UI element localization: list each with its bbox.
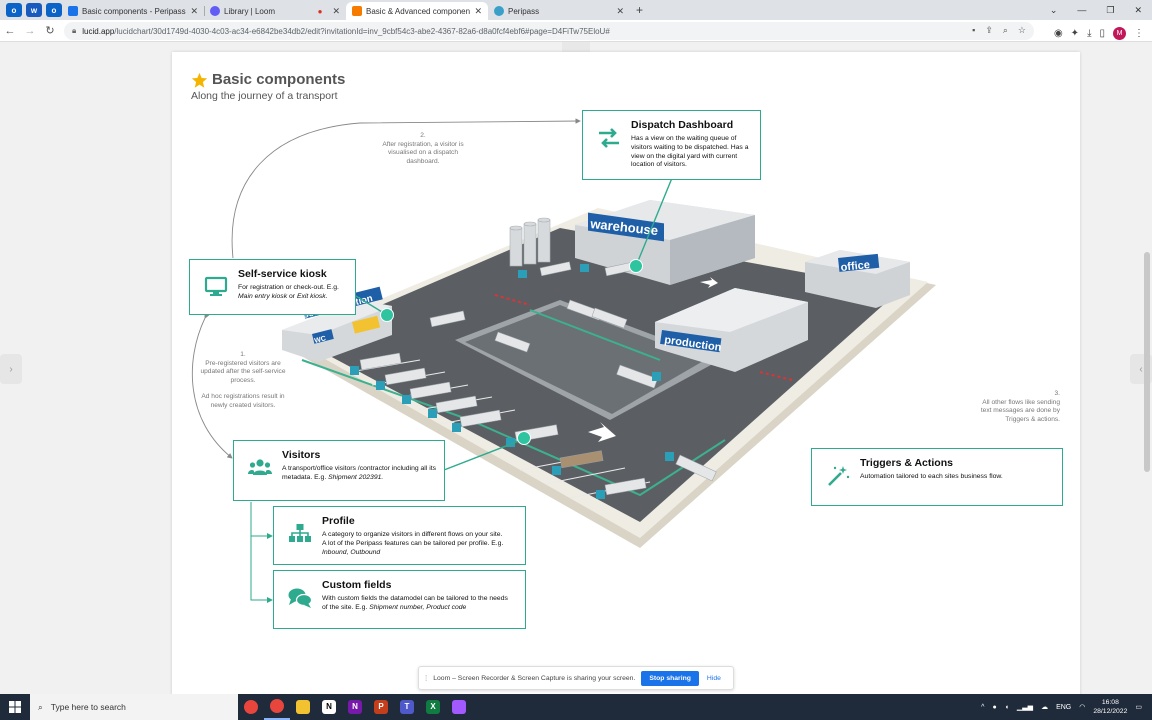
search-placeholder: Type here to search [50,702,126,712]
users-icon [248,459,272,475]
swap-arrows-icon [599,128,619,148]
taskbar-excel[interactable]: X [420,694,446,720]
loom-sharing-bar: ⁞ Loom – Screen Recorder & Screen Captur… [418,666,734,690]
location-marker-warehouse[interactable] [629,259,643,273]
chevron-up-icon[interactable]: ^ [981,704,984,711]
magic-wand-icon [828,466,850,486]
volume-icon[interactable]: ◖ [1005,704,1009,711]
note-text: Ad hoc registrations result in newly cre… [201,393,285,409]
box-description: A transport/office visitors /contractor … [282,465,437,481]
taskbar-notion[interactable]: N [316,694,342,720]
taskbar-onenote[interactable]: N [342,694,368,720]
connector-visitors-profile [250,502,273,539]
dispatch-dashboard-box[interactable]: Dispatch Dashboard Has a view on the wai… [582,110,761,180]
chat-bubbles-icon [288,588,312,608]
box-description: With custom fields the datamodel can be … [322,595,508,611]
note-number: 1. [240,351,246,358]
note-triggers-flow: 3. All other flows like sending text mes… [974,390,1060,424]
taskbar-figma[interactable] [446,694,472,720]
custom-fields-box[interactable]: Custom fields With custom fields the dat… [273,570,526,629]
note-dispatch-flow: 2. After registration, a visitor is visu… [376,132,470,166]
clock-date: 28/12/2022 [1093,708,1128,715]
taskbar-file-explorer[interactable] [290,694,316,720]
taskbar-powerpoint[interactable]: P [368,694,394,720]
note-number: 3. [1054,390,1061,397]
hierarchy-icon [289,524,311,542]
note-kiosk-flow: 1. Pre-registered visitors are updated a… [200,351,286,410]
location-marker-visitor[interactable] [517,431,531,445]
microphone-icon[interactable]: ● [992,704,996,711]
excel-icon: X [426,700,440,714]
box-description: Has a view on the waiting queue of visit… [631,135,749,169]
search-icon: ⌕ [38,701,43,712]
folder-icon [296,700,310,714]
box-description: Automation tailored to each sites busine… [860,473,1003,480]
taskbar-teams[interactable]: T [394,694,420,720]
powerpoint-icon: P [374,700,388,714]
taskbar-chrome-profile[interactable] [264,694,290,720]
visitors-box[interactable]: Visitors A transport/office visitors /co… [233,440,445,501]
box-title: Self-service kiosk [238,268,327,280]
monitor-icon [204,276,228,296]
box-title: Custom fields [322,579,392,591]
clock[interactable]: 16:08 28/12/2022 [1093,698,1127,716]
box-description: A category to organize visitors in diffe… [322,531,504,556]
self-service-kiosk-box[interactable]: Self-service kiosk For registration or c… [189,259,356,315]
figma-icon [452,700,466,714]
chrome-icon [244,700,258,714]
note-text: Pre-registered visitors are updated afte… [200,359,286,384]
stop-sharing-button[interactable]: Stop sharing [641,670,699,686]
windows-start-button[interactable] [0,694,30,720]
wifi-icon[interactable]: ◠ [1079,703,1085,711]
teams-icon: T [400,700,414,714]
clock-time: 16:08 [1101,699,1119,706]
note-text: After registration, a visitor is visuali… [382,140,464,165]
system-tray: ^ ● ◖ ▁▃▅ ☁ ENG ◠ 16:08 28/12/2022 ▭ [981,694,1152,720]
drag-handle-icon[interactable]: ⁞ [425,674,427,683]
diagram-illustration: warehouse office production self registr… [191,118,936,603]
taskbar-chrome[interactable] [238,694,264,720]
loom-sharing-message: Loom – Screen Recorder & Screen Capture … [433,674,636,682]
box-title: Triggers & Actions [860,457,953,469]
notion-icon: N [322,700,336,714]
note-text: All other flows like sending text messag… [980,398,1060,423]
box-title: Profile [322,515,355,527]
note-number: 2. [420,132,426,139]
windows-logo-icon [9,701,21,713]
windows-taskbar: ⌕ Type here to search N N P T X ^ ● ◖ ▁▃… [0,694,1152,720]
onenote-icon: N [348,700,362,714]
location-marker-kiosk[interactable] [380,308,394,322]
taskbar-search-input[interactable]: ⌕ Type here to search [30,694,238,720]
box-title: Visitors [282,449,321,461]
connector-visitors-custom [250,536,273,603]
box-description: For registration or check-out. E.g. Main… [238,284,339,300]
cloud-icon[interactable]: ☁ [1041,703,1048,711]
profile-box[interactable]: Profile A category to organize visitors … [273,506,526,565]
notifications-icon[interactable]: ▭ [1135,703,1142,711]
chrome-icon [270,699,284,713]
network-icon[interactable]: ▁▃▅ [1017,703,1033,711]
box-title: Dispatch Dashboard [631,119,734,131]
hide-button[interactable]: Hide [707,675,721,682]
language-indicator[interactable]: ENG [1056,704,1071,711]
triggers-actions-box[interactable]: Triggers & Actions Automation tailored t… [811,448,1063,506]
